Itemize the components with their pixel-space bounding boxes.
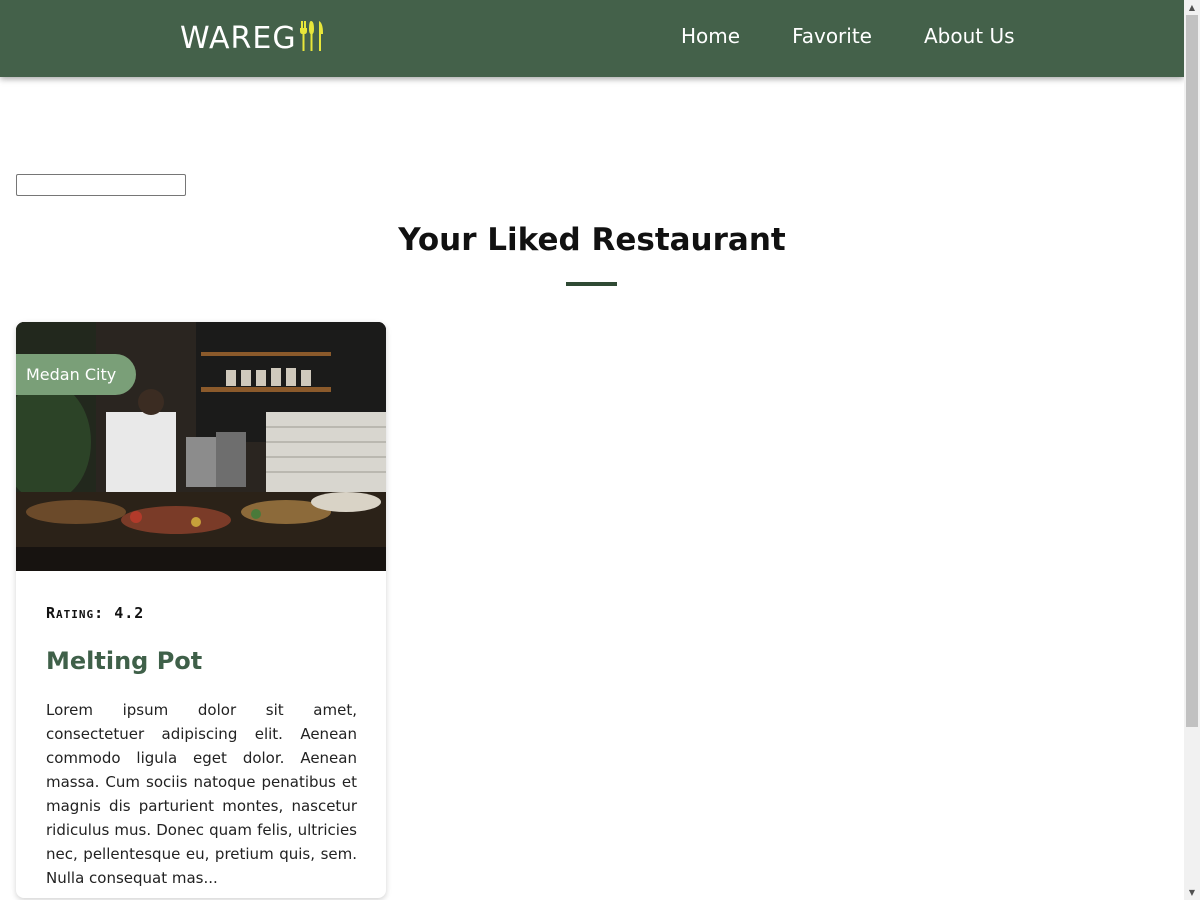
- logo[interactable]: WAREG: [180, 18, 325, 58]
- scroll-up-arrow-icon[interactable]: ▲: [1184, 0, 1200, 15]
- logo-text: WAREG: [180, 20, 297, 56]
- restaurant-description: Lorem ipsum dolor sit amet, consectetuer…: [46, 701, 357, 887]
- rating-label: Rating: 4.2: [46, 604, 145, 622]
- search-input[interactable]: [16, 174, 186, 196]
- restaurant-image: Medan City: [16, 322, 386, 571]
- restaurant-card[interactable]: Medan City Rating: 4.2 Melting Pot Lorem…: [16, 322, 386, 898]
- nav-about-us-link[interactable]: About Us: [924, 24, 1015, 48]
- city-badge: Medan City: [16, 354, 137, 395]
- page-title: Your Liked Restaurant: [398, 222, 786, 258]
- scroll-thumb[interactable]: [1186, 15, 1198, 727]
- main-nav: Home Favorite About Us: [681, 24, 1015, 48]
- scroll-down-arrow-icon[interactable]: ▼: [1184, 885, 1200, 900]
- title-underline: [566, 282, 617, 286]
- nav-home-link[interactable]: Home: [681, 24, 740, 48]
- nav-favorite-link[interactable]: Favorite: [792, 24, 872, 48]
- fork-knife-icon: [299, 21, 325, 55]
- restaurant-name[interactable]: Melting Pot: [46, 647, 202, 675]
- page-scrollbar[interactable]: ▲ ▼: [1184, 0, 1200, 900]
- app-header: WAREG Home Favorite About Us: [0, 0, 1184, 77]
